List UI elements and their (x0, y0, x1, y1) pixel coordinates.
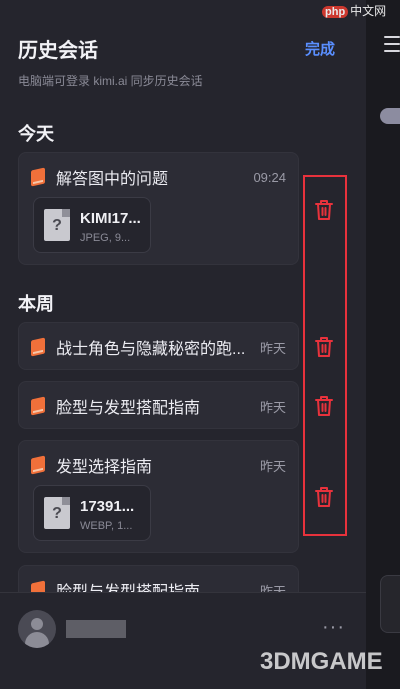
conversation-time: 昨天 (259, 340, 286, 356)
file-name: KIMI17... (80, 210, 141, 227)
file-attachment[interactable]: ? 17391... WEBP, 1... (33, 485, 151, 541)
conversation-row: 战士角色与隐藏秘密的跑... 昨天 (31, 335, 286, 359)
conversation-row: 脸型与发型搭配指南 昨天 (31, 578, 286, 592)
book-icon (31, 580, 45, 592)
watermark-badge: php (322, 6, 349, 18)
book-icon (31, 337, 45, 357)
avatar[interactable] (18, 610, 56, 648)
done-button[interactable]: 完成 (305, 38, 335, 59)
conversation-title: 发型选择指南 (56, 459, 153, 476)
file-icon: ? (44, 209, 70, 241)
history-panel: 历史会话 完成 电脑端可登录 kimi.ai 同步历史会话 今天 解答图中的问题… (0, 0, 366, 689)
watermark-bottom: 3DMGAME (260, 648, 383, 675)
file-meta: WEBP, 1... (80, 520, 133, 532)
conversation-time: 09:24 (253, 169, 286, 185)
conversation-card[interactable]: 脸型与发型搭配指南 昨天 (18, 381, 299, 429)
book-icon (31, 396, 45, 416)
section-today: 今天 (18, 124, 54, 144)
username-redacted (66, 620, 126, 638)
conversation-time: 昨天 (259, 399, 286, 415)
list-clip: 脸型与发型搭配指南 昨天 (0, 565, 366, 592)
conversation-card[interactable]: 解答图中的问题 09:24 ? KIMI17... JPEG, 9... (18, 152, 299, 265)
conversation-time: 昨天 (259, 458, 286, 474)
more-options-button[interactable]: ··· (322, 616, 345, 639)
conversation-row: 脸型与发型搭配指南 昨天 (31, 394, 286, 418)
menu-icon[interactable] (384, 36, 400, 57)
input-box-edge[interactable] (380, 575, 400, 633)
delete-highlight-box (303, 175, 347, 536)
watermark-top-text: 中文网 (350, 4, 387, 18)
conversation-title: 解答图中的问题 (56, 171, 169, 188)
sync-hint: 电脑端可登录 kimi.ai 同步历史会话 (18, 74, 203, 88)
conversation-title: 脸型与发型搭配指南 (56, 400, 201, 417)
conversation-row: 发型选择指南 昨天 (31, 453, 286, 477)
conversation-card[interactable]: 战士角色与隐藏秘密的跑... 昨天 (18, 322, 299, 370)
watermark-top: php 中文网 (322, 2, 386, 19)
file-name: 17391... (80, 498, 135, 515)
page-title: 历史会话 (18, 40, 98, 62)
chat-bubble-edge (380, 108, 400, 124)
conversation-card[interactable]: 脸型与发型搭配指南 昨天 (18, 565, 299, 592)
main-view-edge (366, 0, 400, 689)
book-icon (31, 167, 45, 187)
footer-divider (0, 592, 366, 593)
conversation-title: 战士角色与隐藏秘密的跑... (56, 341, 246, 358)
file-attachment[interactable]: ? KIMI17... JPEG, 9... (33, 197, 151, 253)
conversation-title: 脸型与发型搭配指南 (56, 578, 252, 592)
file-icon: ? (44, 497, 70, 529)
section-this-week: 本周 (18, 294, 54, 314)
conversation-time: 昨天 (259, 583, 286, 593)
conversation-card[interactable]: 发型选择指南 昨天 ? 17391... WEBP, 1... (18, 440, 299, 553)
book-icon (31, 455, 45, 475)
conversation-row: 解答图中的问题 09:24 (31, 165, 286, 189)
file-meta: JPEG, 9... (80, 232, 131, 244)
